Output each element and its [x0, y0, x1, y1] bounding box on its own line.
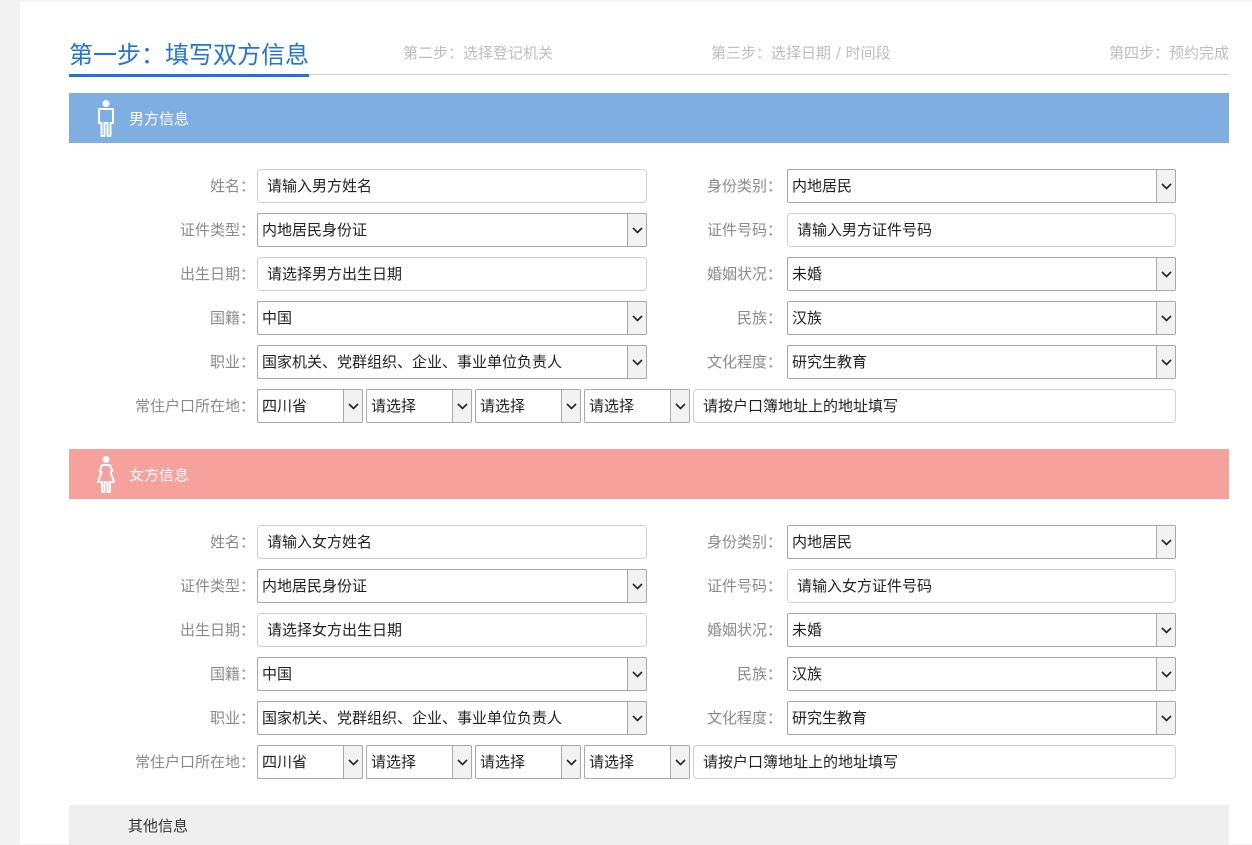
chevron-down-icon[interactable]: [452, 746, 471, 778]
male-row-birth: 出生日期： 请选择男方出生日期 婚姻状况： 未婚: [20, 257, 1252, 291]
female-birth-date-input[interactable]: 请选择女方出生日期: [257, 613, 647, 647]
chevron-down-icon[interactable]: [1156, 614, 1175, 646]
chevron-down-icon[interactable]: [1156, 658, 1175, 690]
male-name-label: 姓名：: [209, 177, 255, 195]
other-section-header: 其他信息: [69, 805, 1229, 845]
chevron-down-icon[interactable]: [1156, 302, 1175, 334]
female-ethnicity-select[interactable]: 汉族: [787, 657, 1176, 691]
chevron-down-icon[interactable]: [670, 746, 689, 778]
male-education-select[interactable]: 研究生教育: [787, 345, 1176, 379]
male-identity-category-label: 身份类别：: [706, 177, 782, 195]
male-marital-status-select[interactable]: 未婚: [787, 257, 1176, 291]
female-education-label: 文化程度：: [706, 709, 782, 727]
female-town-select[interactable]: 请选择: [584, 745, 690, 779]
female-row-residence: 常住户口所在地： 四川省 请选择 请选择 请选择 请按户口簿地址上的地址填写: [20, 745, 1252, 779]
female-nationality-label: 国籍：: [209, 665, 255, 683]
step-4[interactable]: 第四步：预约完成: [1109, 42, 1229, 63]
male-identity-category-select[interactable]: 内地居民: [787, 169, 1176, 203]
male-id-type-select[interactable]: 内地居民身份证: [257, 213, 647, 247]
male-birth-date-label: 出生日期：: [179, 265, 255, 283]
male-row-name: 姓名： 请输入男方姓名 身份类别： 内地居民: [20, 169, 1252, 203]
male-city-select[interactable]: 请选择: [366, 389, 472, 423]
female-address-input[interactable]: 请按户口簿地址上的地址填写: [693, 745, 1176, 779]
male-address-input[interactable]: 请按户口簿地址上的地址填写: [693, 389, 1176, 423]
chevron-down-icon[interactable]: [561, 390, 580, 422]
male-education-label: 文化程度：: [706, 353, 782, 371]
male-occupation-label: 职业：: [209, 353, 255, 371]
chevron-down-icon[interactable]: [1156, 258, 1175, 290]
male-ethnicity-select[interactable]: 汉族: [787, 301, 1176, 335]
female-occupation-select[interactable]: 国家机关、党群组织、企业、事业单位负责人: [257, 701, 647, 735]
male-person-icon: [91, 98, 121, 138]
female-education-select[interactable]: 研究生教育: [787, 701, 1176, 735]
female-birth-date-label: 出生日期：: [179, 621, 255, 639]
chevron-down-icon[interactable]: [670, 390, 689, 422]
male-row-occupation: 职业： 国家机关、党群组织、企业、事业单位负责人 文化程度： 研究生教育: [20, 345, 1252, 379]
female-name-label: 姓名：: [209, 533, 255, 551]
step-3[interactable]: 第三步：选择日期 / 时间段: [711, 42, 891, 63]
female-section-header: 女方信息: [69, 449, 1229, 499]
female-person-icon: [91, 454, 121, 494]
step-indicator: 第一步：填写双方信息 第二步：选择登记机关 第三步：选择日期 / 时间段 第四步…: [69, 30, 1229, 77]
male-row-nationality: 国籍： 中国 民族： 汉族: [20, 301, 1252, 335]
chevron-down-icon[interactable]: [561, 746, 580, 778]
male-section-title: 男方信息: [129, 109, 190, 128]
male-id-type-label: 证件类型：: [179, 221, 255, 239]
male-occupation-select[interactable]: 国家机关、党群组织、企业、事业单位负责人: [257, 345, 647, 379]
registration-page: 第一步：填写双方信息 第二步：选择登记机关 第三步：选择日期 / 时间段 第四步…: [20, 2, 1252, 845]
female-row-id: 证件类型： 内地居民身份证 证件号码： 请输入女方证件号码: [20, 569, 1252, 603]
female-district-select[interactable]: 请选择: [475, 745, 581, 779]
female-row-occupation: 职业： 国家机关、党群组织、企业、事业单位负责人 文化程度： 研究生教育: [20, 701, 1252, 735]
chevron-down-icon[interactable]: [1156, 526, 1175, 558]
male-town-select[interactable]: 请选择: [584, 389, 690, 423]
male-nationality-select[interactable]: 中国: [257, 301, 647, 335]
female-row-name: 姓名： 请输入女方姓名 身份类别： 内地居民: [20, 525, 1252, 559]
chevron-down-icon[interactable]: [1156, 346, 1175, 378]
male-section-header: 男方信息: [69, 93, 1229, 143]
step-1-active[interactable]: 第一步：填写双方信息: [69, 35, 309, 77]
female-id-type-select[interactable]: 内地居民身份证: [257, 569, 647, 603]
female-ethnicity-label: 民族：: [736, 665, 782, 683]
male-id-number-label: 证件号码：: [706, 221, 782, 239]
female-marital-status-label: 婚姻状况：: [706, 621, 782, 639]
male-nationality-label: 国籍：: [209, 309, 255, 327]
female-row-nationality: 国籍： 中国 民族： 汉族: [20, 657, 1252, 691]
chevron-down-icon[interactable]: [343, 390, 362, 422]
female-id-number-label: 证件号码：: [706, 577, 782, 595]
female-row-birth: 出生日期： 请选择女方出生日期 婚姻状况： 未婚: [20, 613, 1252, 647]
female-id-type-label: 证件类型：: [179, 577, 255, 595]
female-occupation-label: 职业：: [209, 709, 255, 727]
chevron-down-icon[interactable]: [1156, 702, 1175, 734]
male-residence-label: 常住户口所在地：: [134, 397, 255, 415]
female-nationality-select[interactable]: 中国: [257, 657, 647, 691]
male-birth-date-input[interactable]: 请选择男方出生日期: [257, 257, 647, 291]
male-id-number-input[interactable]: 请输入男方证件号码: [787, 213, 1176, 247]
female-marital-status-select[interactable]: 未婚: [787, 613, 1176, 647]
step-2[interactable]: 第二步：选择登记机关: [403, 42, 553, 63]
female-city-select[interactable]: 请选择: [366, 745, 472, 779]
female-identity-category-select[interactable]: 内地居民: [787, 525, 1176, 559]
other-section-title: 其他信息: [128, 816, 189, 835]
female-id-number-input[interactable]: 请输入女方证件号码: [787, 569, 1176, 603]
chevron-down-icon[interactable]: [452, 390, 471, 422]
male-ethnicity-label: 民族：: [736, 309, 782, 327]
male-marital-status-label: 婚姻状况：: [706, 265, 782, 283]
female-section-title: 女方信息: [129, 465, 190, 484]
male-name-input[interactable]: 请输入男方姓名: [257, 169, 647, 203]
male-row-id: 证件类型： 内地居民身份证 证件号码： 请输入男方证件号码: [20, 213, 1252, 247]
female-name-input[interactable]: 请输入女方姓名: [257, 525, 647, 559]
female-identity-category-label: 身份类别：: [706, 533, 782, 551]
male-row-residence: 常住户口所在地： 四川省 请选择 请选择 请选择 请按户口簿地址上的地址填写: [20, 389, 1252, 423]
chevron-down-icon[interactable]: [1156, 170, 1175, 202]
male-district-select[interactable]: 请选择: [475, 389, 581, 423]
male-province-select[interactable]: 四川省: [257, 389, 363, 423]
female-province-select[interactable]: 四川省: [257, 745, 363, 779]
chevron-down-icon[interactable]: [343, 746, 362, 778]
female-residence-label: 常住户口所在地：: [134, 753, 255, 771]
